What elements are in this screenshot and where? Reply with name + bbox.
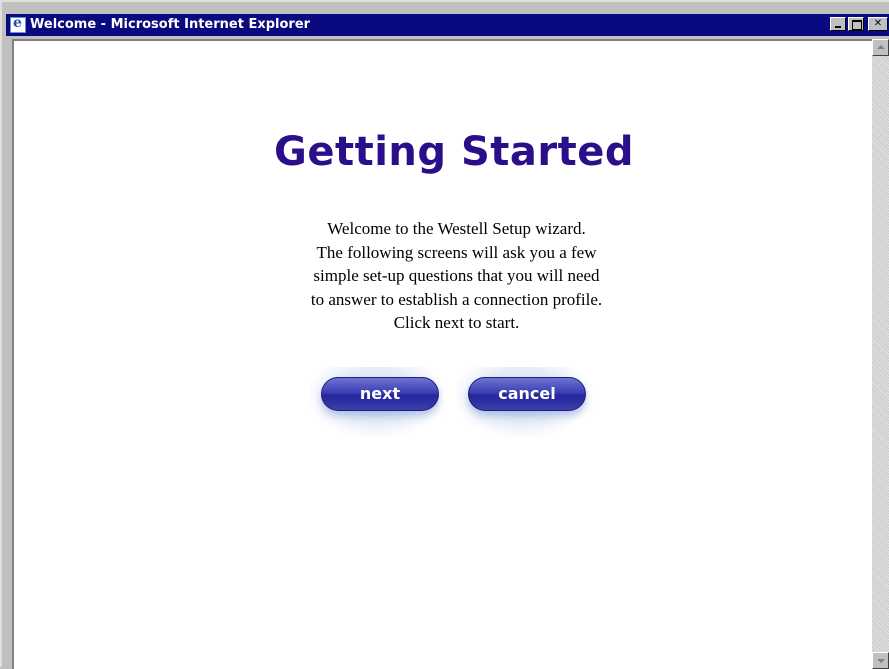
title-bar[interactable]: Welcome - Microsoft Internet Explorer ✕ [6,14,889,36]
cancel-button-container: cancel [456,367,588,437]
intro-line: to answer to establish a connection prof… [310,289,603,309]
minimize-button[interactable] [830,17,846,31]
intro-text: Welcome to the Westell Setup wizard. The… [254,217,659,335]
cancel-button[interactable]: cancel [468,377,586,411]
intro-line: Click next to start. [393,313,520,332]
intro-line: Welcome to the Westell Setup wizard. [327,219,586,238]
page-content: Getting Started Welcome to the Westell S… [12,39,889,669]
close-button[interactable]: ✕ [868,17,888,31]
scroll-down-arrow-icon[interactable] [872,652,889,669]
maximize-button[interactable] [848,17,864,31]
window-title: Welcome - Microsoft Internet Explorer [30,17,311,32]
ie-icon [10,15,26,33]
vertical-scrollbar[interactable] [872,39,889,669]
scroll-up-arrow-icon[interactable] [872,39,889,56]
intro-line: simple set-up questions that you will ne… [313,266,600,285]
intro-line: The following screens will ask you a few [316,242,597,262]
next-button[interactable]: next [321,377,439,411]
next-button-container: next [310,367,442,437]
page-title: Getting Started [274,129,634,175]
browser-window: Welcome - Microsoft Internet Explorer ✕ … [0,0,889,669]
